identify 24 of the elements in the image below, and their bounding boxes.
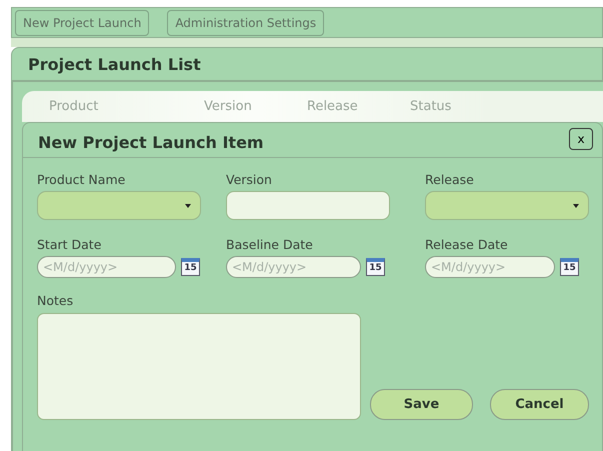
calendar-icon[interactable]: 15 — [560, 258, 579, 276]
panel-title: Project Launch List — [28, 55, 201, 74]
notes-field[interactable] — [37, 313, 361, 420]
dropdown[interactable] — [425, 191, 589, 220]
caret-icon — [573, 204, 579, 208]
dropdown[interactable] — [37, 191, 201, 220]
field-label: Product Name — [37, 172, 126, 187]
input-field[interactable] — [226, 191, 390, 220]
date-field[interactable]: <M/d/yyyy> — [37, 256, 176, 278]
field-label: Start Date — [37, 237, 102, 252]
date-field[interactable]: <M/d/yyyy> — [226, 256, 361, 278]
action-button[interactable]: Cancel — [490, 389, 589, 420]
action-button[interactable]: Save — [370, 389, 473, 420]
field-label: Version — [226, 172, 273, 187]
field-label: Release — [425, 172, 475, 187]
field-label: Release Date — [425, 237, 509, 252]
dialog-title: New Project Launch Item — [38, 133, 264, 152]
calendar-icon[interactable]: 15 — [181, 258, 200, 276]
caret-icon — [185, 204, 191, 208]
date-field[interactable]: <M/d/yyyy> — [425, 256, 555, 278]
calendar-icon[interactable]: 15 — [366, 258, 385, 276]
close-button[interactable]: x — [569, 128, 593, 150]
field-label: Baseline Date — [226, 237, 314, 252]
field-label: Notes — [37, 293, 74, 308]
